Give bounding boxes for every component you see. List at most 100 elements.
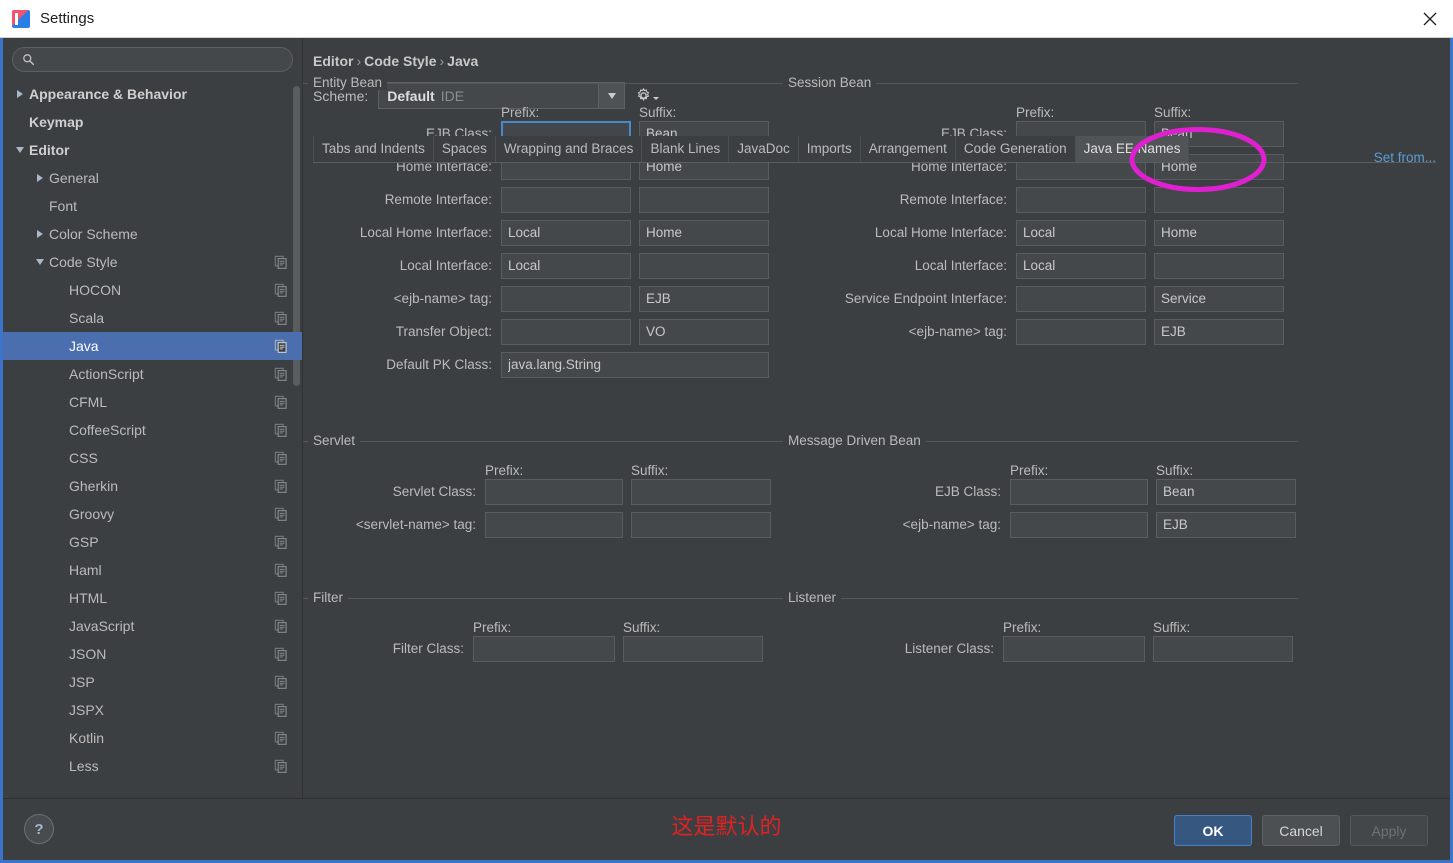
- suffix-input[interactable]: [639, 285, 769, 312]
- breadcrumb-item-editor[interactable]: Editor: [313, 53, 353, 69]
- duplicate-scheme-icon[interactable]: [274, 731, 288, 745]
- duplicate-scheme-icon[interactable]: [274, 451, 288, 465]
- duplicate-scheme-icon[interactable]: [274, 675, 288, 689]
- duplicate-scheme-icon[interactable]: [274, 619, 288, 633]
- ok-button[interactable]: OK: [1174, 815, 1252, 846]
- prefix-input[interactable]: [1016, 318, 1146, 345]
- sidebar-item-less[interactable]: Less: [3, 752, 302, 780]
- sidebar-item-coffeescript[interactable]: CoffeeScript: [3, 416, 302, 444]
- sidebar-item-gherkin[interactable]: Gherkin: [3, 472, 302, 500]
- default-pk-class-input[interactable]: [501, 351, 769, 378]
- chevron-right-icon[interactable]: [31, 220, 49, 248]
- duplicate-scheme-icon[interactable]: [274, 423, 288, 437]
- duplicate-scheme-icon[interactable]: [274, 591, 288, 605]
- search-input[interactable]: [35, 48, 292, 71]
- suffix-input[interactable]: [639, 252, 769, 279]
- duplicate-scheme-icon[interactable]: [274, 367, 288, 381]
- sidebar-item-hocon[interactable]: HOCON: [3, 276, 302, 304]
- sidebar-item-haml[interactable]: Haml: [3, 556, 302, 584]
- tab-imports[interactable]: Imports: [798, 136, 861, 162]
- duplicate-scheme-icon[interactable]: [274, 563, 288, 577]
- prefix-input[interactable]: [501, 318, 631, 345]
- sidebar-item-cfml[interactable]: CFML: [3, 388, 302, 416]
- suffix-input[interactable]: [631, 478, 771, 505]
- chevron-down-icon[interactable]: [31, 248, 49, 276]
- sidebar-item-appearance-behavior[interactable]: Appearance & Behavior: [3, 80, 302, 108]
- suffix-input[interactable]: [1154, 285, 1284, 312]
- sidebar-item-gsp[interactable]: GSP: [3, 528, 302, 556]
- suffix-input[interactable]: [1156, 478, 1296, 505]
- breadcrumb-item-code-style[interactable]: Code Style: [364, 53, 436, 69]
- settings-tree[interactable]: Appearance & Behavior Keymap Editor General…: [3, 78, 302, 798]
- prefix-input[interactable]: [501, 186, 631, 213]
- search-box[interactable]: [12, 47, 293, 72]
- sidebar-item-code-style[interactable]: Code Style: [3, 248, 302, 276]
- prefix-input[interactable]: [485, 511, 623, 538]
- cancel-button[interactable]: Cancel: [1262, 815, 1340, 846]
- sidebar-item-javascript[interactable]: JavaScript: [3, 612, 302, 640]
- suffix-input[interactable]: [1154, 186, 1284, 213]
- sidebar-item-general[interactable]: General: [3, 164, 302, 192]
- prefix-input[interactable]: [501, 219, 631, 246]
- tab-tabs-and-indents[interactable]: Tabs and Indents: [313, 136, 434, 162]
- duplicate-scheme-icon[interactable]: [274, 395, 288, 409]
- duplicate-scheme-icon[interactable]: [274, 759, 288, 773]
- tab-javadoc[interactable]: JavaDoc: [729, 136, 799, 162]
- suffix-input[interactable]: [1153, 635, 1293, 662]
- tab-spaces[interactable]: Spaces: [433, 136, 496, 162]
- suffix-input[interactable]: [639, 318, 769, 345]
- sidebar-item-java[interactable]: Java: [3, 332, 302, 360]
- duplicate-scheme-icon[interactable]: [274, 703, 288, 717]
- duplicate-scheme-icon[interactable]: [274, 479, 288, 493]
- tab-code-generation[interactable]: Code Generation: [955, 136, 1076, 162]
- suffix-input[interactable]: [1156, 511, 1296, 538]
- sidebar-item-keymap[interactable]: Keymap: [3, 108, 302, 136]
- prefix-input[interactable]: [1010, 511, 1148, 538]
- sidebar-item-jspx[interactable]: JSPX: [3, 696, 302, 724]
- chevron-right-icon[interactable]: [31, 164, 49, 192]
- tab-arrangement[interactable]: Arrangement: [860, 136, 956, 162]
- duplicate-scheme-icon[interactable]: [274, 283, 288, 297]
- sidebar-item-kotlin[interactable]: Kotlin: [3, 724, 302, 752]
- duplicate-scheme-icon[interactable]: [274, 507, 288, 521]
- breadcrumb-item-java[interactable]: Java: [447, 53, 478, 69]
- code-style-tabs[interactable]: Tabs and Indents Spaces Wrapping and Brace…: [313, 136, 1436, 163]
- prefix-input[interactable]: [1003, 635, 1145, 662]
- duplicate-scheme-icon[interactable]: [274, 339, 288, 353]
- sidebar-item-editor[interactable]: Editor: [3, 136, 302, 164]
- prefix-input[interactable]: [1016, 252, 1146, 279]
- sidebar-item-groovy[interactable]: Groovy: [3, 500, 302, 528]
- chevron-right-icon[interactable]: [11, 80, 29, 108]
- sidebar-item-scala[interactable]: Scala: [3, 304, 302, 332]
- prefix-input[interactable]: [1016, 219, 1146, 246]
- tab-java-ee-names[interactable]: Java EE Names: [1075, 136, 1190, 162]
- prefix-input[interactable]: [1016, 186, 1146, 213]
- duplicate-scheme-icon[interactable]: [274, 255, 288, 269]
- sidebar-item-font[interactable]: Font: [3, 192, 302, 220]
- prefix-input[interactable]: [1010, 478, 1148, 505]
- prefix-input[interactable]: [473, 635, 615, 662]
- suffix-input[interactable]: [639, 219, 769, 246]
- prefix-input[interactable]: [1016, 285, 1146, 312]
- sidebar-item-actionscript[interactable]: ActionScript: [3, 360, 302, 388]
- tab-blank-lines[interactable]: Blank Lines: [642, 136, 730, 162]
- prefix-input[interactable]: [501, 252, 631, 279]
- sidebar-item-color-scheme[interactable]: Color Scheme: [3, 220, 302, 248]
- duplicate-scheme-icon[interactable]: [274, 647, 288, 661]
- suffix-input[interactable]: [623, 635, 763, 662]
- sidebar-item-jsp[interactable]: JSP: [3, 668, 302, 696]
- prefix-input[interactable]: [485, 478, 623, 505]
- suffix-input[interactable]: [1154, 219, 1284, 246]
- duplicate-scheme-icon[interactable]: [274, 311, 288, 325]
- close-icon[interactable]: [1407, 0, 1453, 37]
- prefix-input[interactable]: [501, 285, 631, 312]
- sidebar-item-html[interactable]: HTML: [3, 584, 302, 612]
- suffix-input[interactable]: [631, 511, 771, 538]
- suffix-input[interactable]: [639, 186, 769, 213]
- suffix-input[interactable]: [1154, 252, 1284, 279]
- tab-wrapping-and-braces[interactable]: Wrapping and Braces: [495, 136, 643, 162]
- chevron-down-icon[interactable]: [11, 136, 29, 164]
- sidebar-item-css[interactable]: CSS: [3, 444, 302, 472]
- suffix-input[interactable]: [1154, 318, 1284, 345]
- sidebar-item-json[interactable]: JSON: [3, 640, 302, 668]
